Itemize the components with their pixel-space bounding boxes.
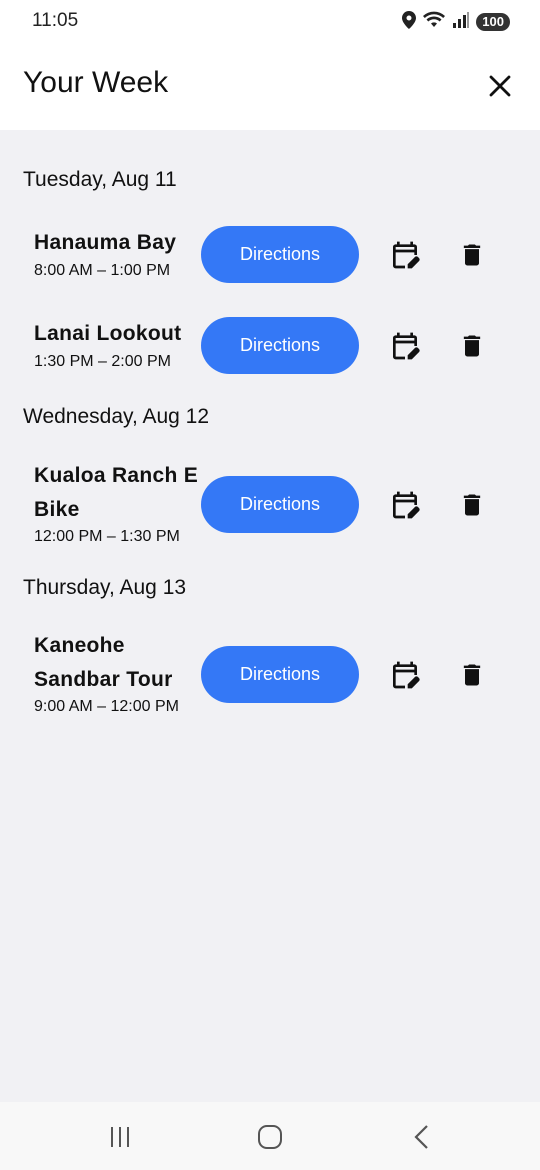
delete-button[interactable]: [452, 235, 492, 275]
item-name: Lanai Lookout: [34, 322, 182, 345]
day-heading: Wednesday, Aug 12: [23, 405, 210, 428]
status-bar: 11:05 100: [0, 0, 540, 44]
delete-button[interactable]: [452, 326, 492, 366]
item-time: 1:30 PM – 2:00 PM: [34, 353, 171, 370]
directions-button[interactable]: Directions: [201, 226, 359, 283]
day-heading: Thursday, Aug 13: [23, 576, 187, 599]
delete-button[interactable]: [452, 655, 492, 695]
day-heading: Tuesday, Aug 11: [23, 168, 177, 191]
trash-icon: [463, 664, 481, 686]
location-icon: [402, 10, 417, 34]
directions-button[interactable]: Directions: [201, 476, 359, 533]
home-icon: [258, 1125, 282, 1149]
edit-calendar-button[interactable]: [385, 655, 425, 695]
recent-apps-button[interactable]: [100, 1120, 140, 1154]
system-nav-bar: [0, 1102, 540, 1170]
recents-icon: [111, 1127, 129, 1147]
wifi-icon: [422, 11, 446, 34]
directions-button[interactable]: Directions: [201, 646, 359, 703]
edit-calendar-icon: [393, 661, 420, 689]
item-time: 12:00 PM – 1:30 PM: [34, 528, 180, 545]
edit-calendar-button[interactable]: [385, 326, 425, 366]
edit-calendar-button[interactable]: [385, 485, 425, 525]
back-button[interactable]: [402, 1120, 442, 1154]
item-time: 9:00 AM – 12:00 PM: [34, 698, 179, 715]
edit-calendar-button[interactable]: [385, 235, 425, 275]
page-title: Your Week: [23, 66, 169, 99]
home-button[interactable]: [250, 1120, 290, 1154]
item-time: 8:00 AM – 1:00 PM: [34, 262, 171, 279]
item-name: Kualoa Ranch E Bike: [34, 464, 199, 521]
close-button[interactable]: [482, 68, 518, 104]
status-icons: 100: [402, 10, 510, 34]
edit-calendar-icon: [393, 491, 420, 519]
trash-icon: [463, 335, 481, 357]
item-name: Kaneohe Sandbar Tour: [34, 634, 173, 691]
app-header: Your Week: [0, 44, 540, 130]
battery-badge: 100: [476, 13, 510, 31]
trash-icon: [463, 494, 481, 516]
close-icon: [489, 75, 511, 97]
trash-icon: [463, 244, 481, 266]
delete-button[interactable]: [452, 485, 492, 525]
back-icon: [414, 1125, 428, 1149]
status-time: 11:05: [32, 10, 79, 31]
signal-icon: [452, 11, 470, 34]
edit-calendar-icon: [393, 332, 420, 360]
edit-calendar-icon: [393, 241, 420, 269]
item-name: Hanauma Bay: [34, 231, 177, 254]
directions-button[interactable]: Directions: [201, 317, 359, 374]
